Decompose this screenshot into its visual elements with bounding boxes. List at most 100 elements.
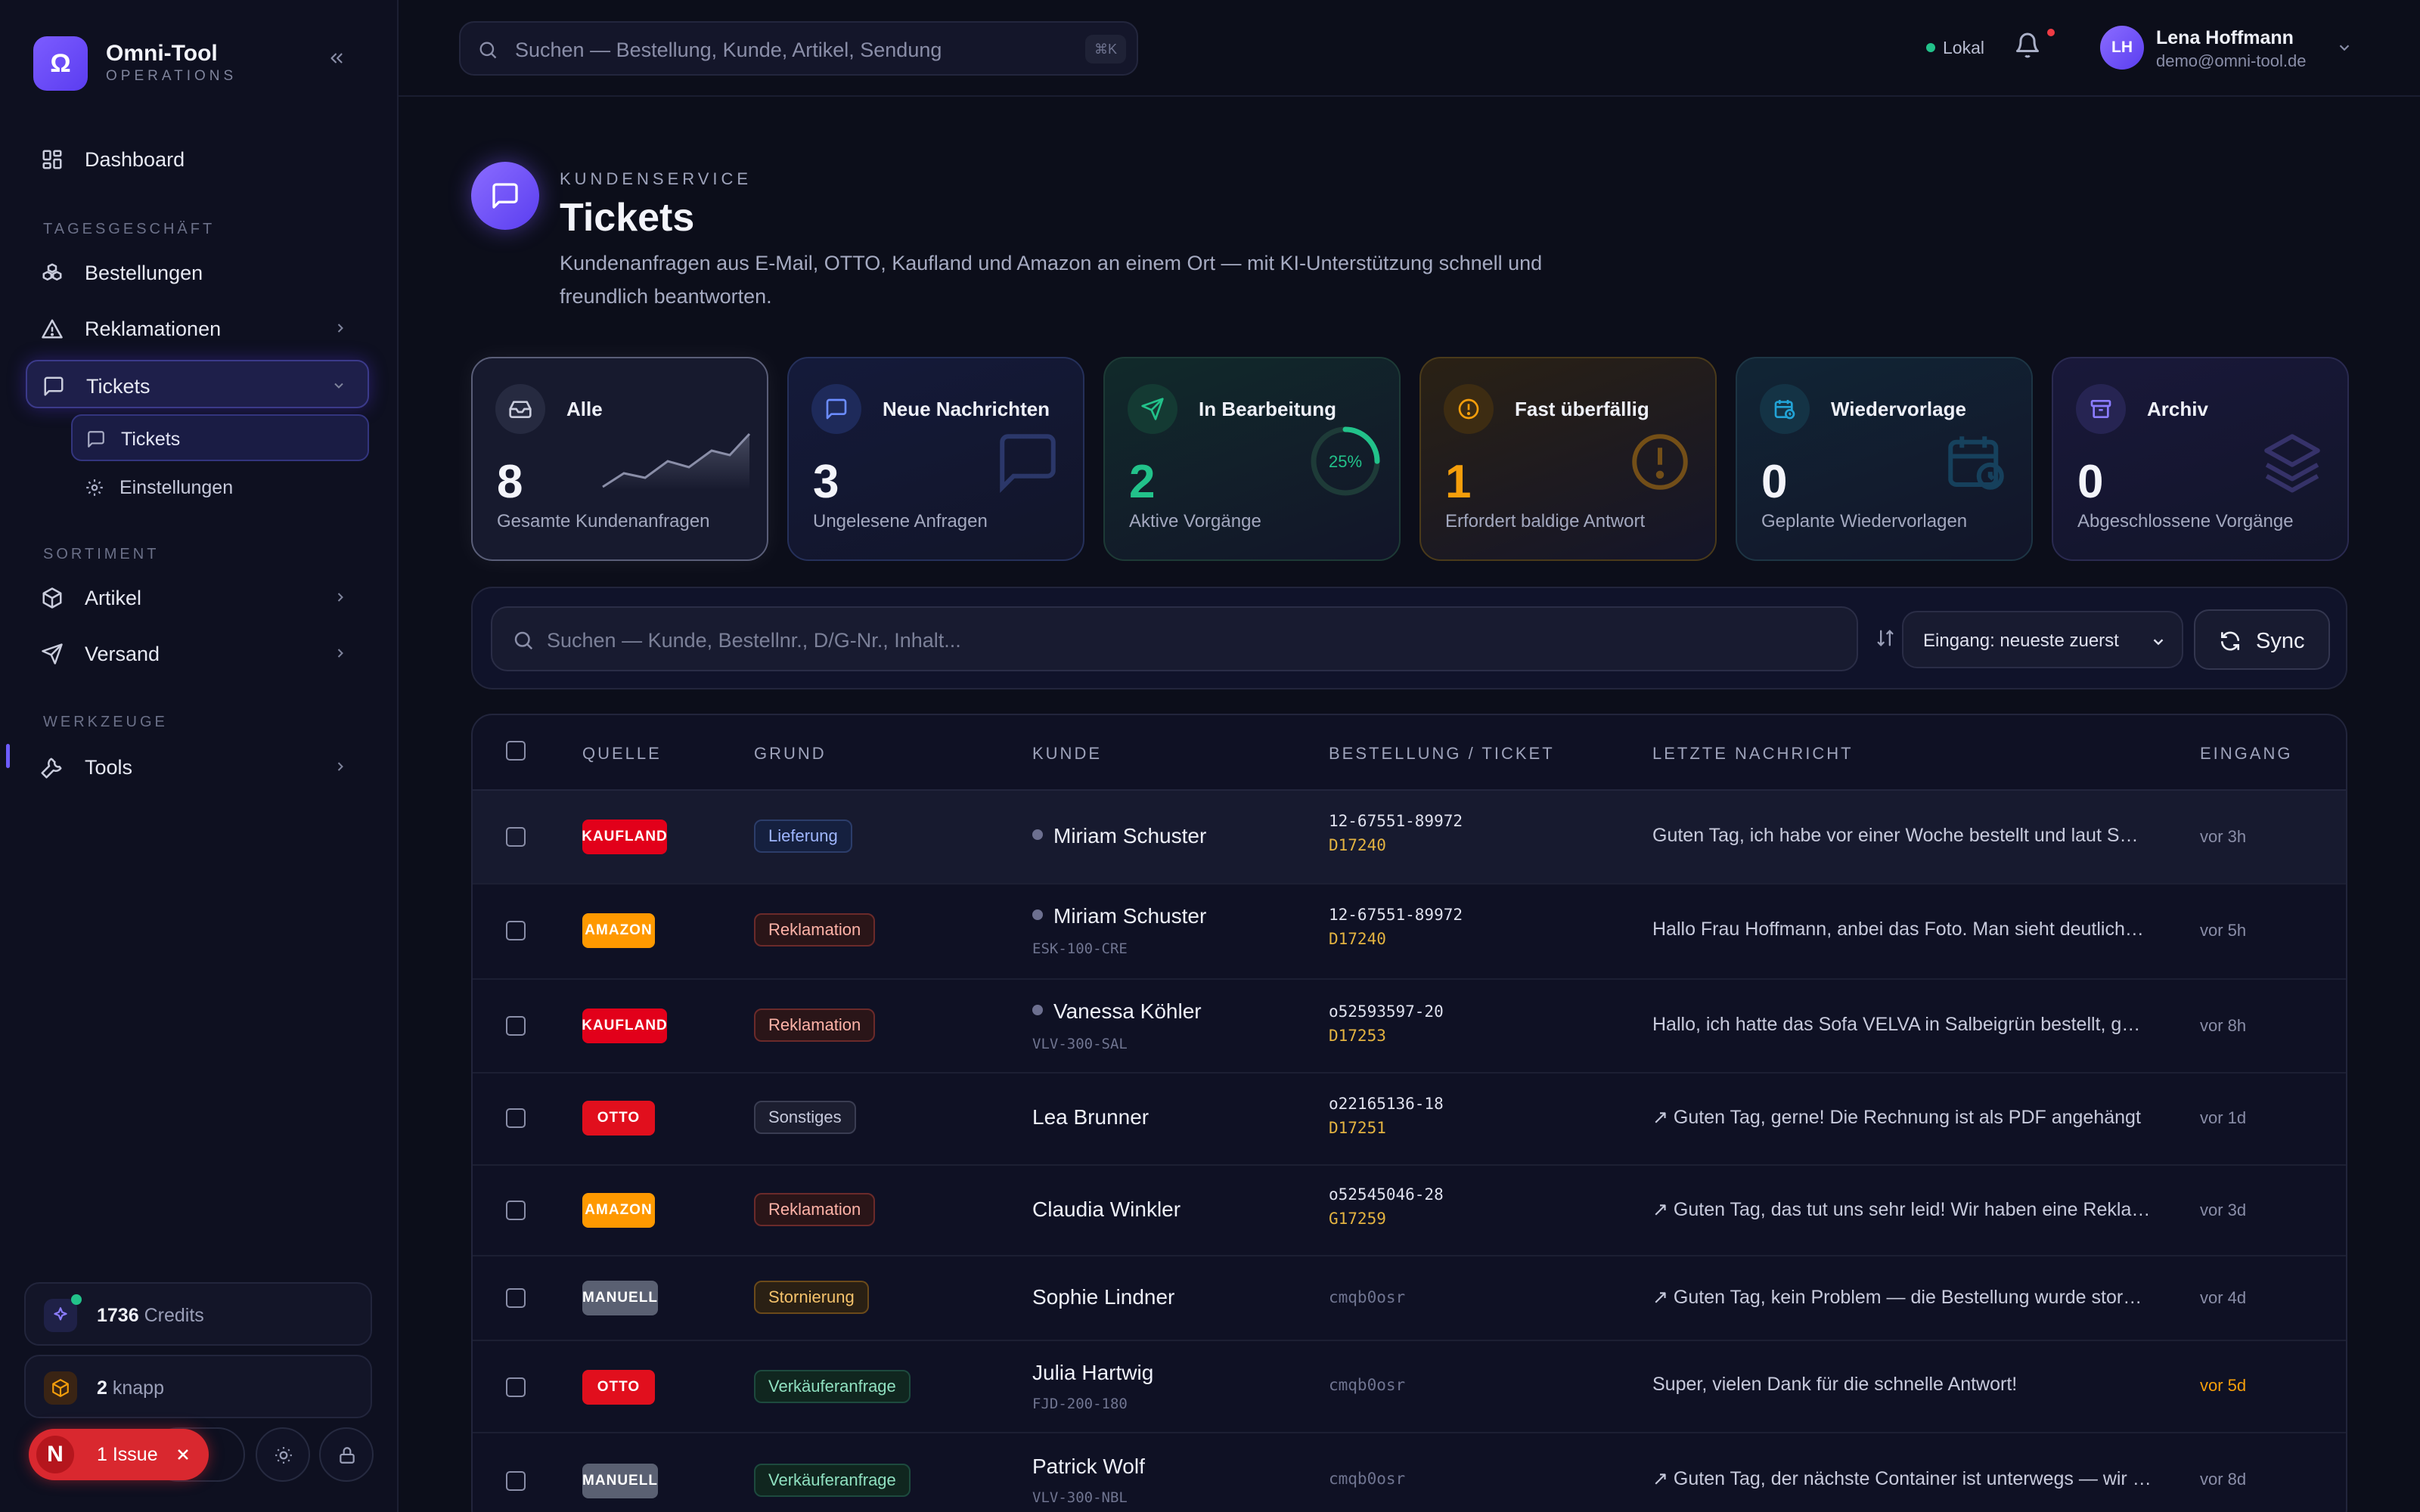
row-checkbox[interactable]	[506, 1108, 526, 1128]
chevron-down-icon[interactable]	[2336, 39, 2353, 56]
column-header-received[interactable]: EINGANG	[2200, 744, 2292, 764]
last-message: ↗ Guten Tag, gerne! Die Rechnung ist als…	[1652, 1107, 2141, 1128]
stat-card-in-progress[interactable]: In Bearbeitung 2 Aktive Vorgänge 25%	[1103, 357, 1401, 561]
table-row[interactable]: KAUFLAND Lieferung Miriam Schuster 12-67…	[473, 791, 2346, 885]
sync-button[interactable]: Sync	[2194, 609, 2330, 670]
sidebar-subitem-settings[interactable]: Einstellungen	[71, 464, 369, 511]
sidebar-item-tickets[interactable]: Tickets	[26, 360, 369, 408]
calendar-deco-icon	[1948, 436, 2004, 490]
credits-widget[interactable]: 1736 Credits	[24, 1282, 372, 1346]
sidebar-item-dashboard[interactable]: Dashboard	[26, 135, 369, 183]
progress-ring: 25%	[1311, 426, 1380, 496]
column-header-reason[interactable]: GRUND	[754, 744, 827, 764]
chevron-right-icon	[333, 759, 348, 774]
theme-toggle-button[interactable]	[256, 1427, 310, 1482]
global-search-input[interactable]: Suchen — Bestellung, Kunde, Artikel, Sen…	[459, 21, 1138, 76]
ticket-number: G17259	[1329, 1210, 1386, 1228]
table-row[interactable]: MANUELL Verkäuferanfrage Patrick Wolf VL…	[473, 1433, 2346, 1512]
stat-card-all[interactable]: Alle 8 Gesamte Kundenanfragen	[471, 357, 768, 561]
chevron-right-icon	[333, 646, 348, 661]
row-checkbox[interactable]	[506, 1016, 526, 1036]
lock-button[interactable]	[319, 1427, 374, 1482]
ticket-number: D17253	[1329, 1027, 1386, 1045]
row-checkbox[interactable]	[506, 1471, 526, 1491]
customer-name: Patrick Wolf	[1032, 1455, 1145, 1478]
user-name[interactable]: Lena Hoffmann	[2156, 27, 2294, 49]
order-number: o22165136-18	[1329, 1095, 1444, 1113]
stat-card-new-messages[interactable]: Neue Nachrichten 3 Ungelesene Anfragen	[787, 357, 1084, 561]
ticket-toolbar: Suchen — Kunde, Bestellnr., D/G-Nr., Inh…	[471, 587, 2347, 689]
table-row[interactable]: MANUELL Stornierung Sophie Lindner cmqb0…	[473, 1256, 2346, 1341]
card-title: Wiedervorlage	[1831, 398, 1966, 420]
avatar[interactable]: LH	[2100, 26, 2144, 70]
select-all-checkbox[interactable]	[506, 741, 526, 761]
table-row[interactable]: AMAZON Reklamation Claudia Winkler o5254…	[473, 1166, 2346, 1256]
sku-label: ESK-100-CRE	[1032, 940, 1128, 957]
page-icon	[471, 162, 539, 230]
package-icon	[41, 587, 64, 609]
card-value: 2	[1129, 456, 1156, 508]
unread-dot	[1032, 1005, 1043, 1015]
sidebar-item-label: Dashboard	[85, 148, 185, 171]
stat-card-resubmission[interactable]: Wiedervorlage 0 Geplante Wiedervorlagen	[1736, 357, 2033, 561]
reply-arrow-icon: ↗	[1652, 1468, 1674, 1489]
sort-select[interactable]: Eingang: neueste zuerst	[1902, 611, 2183, 668]
inbox-icon	[495, 384, 545, 434]
card-subtitle: Ungelesene Anfragen	[813, 511, 988, 531]
warning-triangle-icon	[41, 318, 64, 340]
received-time: vor 3d	[2200, 1201, 2247, 1219]
order-number: 12-67551-89972	[1329, 812, 1463, 830]
sidebar-subitem-tickets[interactable]: Tickets	[71, 414, 369, 461]
nextjs-logo: N	[36, 1436, 74, 1473]
sidebar-item-complaints[interactable]: Reklamationen	[26, 304, 369, 352]
issue-pill[interactable]: N 1 Issue	[29, 1429, 209, 1480]
stat-card-archive[interactable]: Archiv 0 Abgeschlossene Vorgänge	[2052, 357, 2349, 561]
column-header-message[interactable]: LETZTE NACHRICHT	[1652, 744, 1854, 764]
sidebar-item-orders[interactable]: Bestellungen	[26, 248, 369, 296]
collapse-sidebar-icon[interactable]	[327, 48, 360, 79]
row-checkbox[interactable]	[506, 1377, 526, 1397]
calendar-clock-icon	[1760, 384, 1810, 434]
sidebar-subitem-label: Einstellungen	[119, 477, 234, 498]
lock-icon	[340, 1447, 355, 1464]
table-header: QUELLE GRUND KUNDE BESTELLUNG / TICKET L…	[473, 715, 2346, 791]
customer-name: Lea Brunner	[1032, 1105, 1150, 1129]
sidebar-item-label: Reklamationen	[85, 318, 222, 340]
table-row[interactable]: OTTO Sonstiges Lea Brunner o22165136-18 …	[473, 1074, 2346, 1166]
card-title: Archiv	[2147, 398, 2208, 420]
last-message: ↗ Guten Tag, kein Problem — die Bestellu…	[1652, 1287, 2152, 1308]
row-checkbox[interactable]	[506, 1201, 526, 1220]
close-icon[interactable]	[174, 1445, 192, 1464]
alert-deco-icon	[1632, 434, 1688, 490]
row-checkbox[interactable]	[506, 921, 526, 940]
message-square-icon	[492, 183, 518, 209]
sparkline-chart	[602, 432, 751, 490]
send-icon	[41, 643, 64, 665]
bell-icon[interactable]	[2014, 32, 2044, 62]
row-checkbox[interactable]	[506, 1288, 526, 1308]
order-number: o52593597-20	[1329, 1002, 1444, 1021]
table-row[interactable]: KAUFLAND Reklamation Vanessa Köhler VLV-…	[473, 980, 2346, 1074]
column-header-customer[interactable]: KUNDE	[1032, 744, 1102, 764]
received-time: vor 1d	[2200, 1108, 2247, 1127]
column-header-order[interactable]: BESTELLUNG / TICKET	[1329, 744, 1555, 764]
sidebar-item-tools[interactable]: Tools	[26, 742, 369, 791]
knapp-widget[interactable]: 2 knapp	[24, 1355, 372, 1418]
message-icon	[811, 384, 861, 434]
app-window: Ω Omni-Tool OPERATIONS Dashboard TAGESGE…	[0, 0, 2420, 1512]
ticket-search-input[interactable]: Suchen — Kunde, Bestellnr., D/G-Nr., Inh…	[491, 606, 1858, 671]
source-badge: AMAZON	[582, 913, 655, 948]
table-row[interactable]: OTTO Verkäuferanfrage Julia Hartwig FJD-…	[473, 1341, 2346, 1433]
table-row[interactable]: AMAZON Reklamation Miriam Schuster ESK-1…	[473, 885, 2346, 980]
last-message: Guten Tag, ich habe vor einer Woche best…	[1652, 825, 2144, 846]
section-label-assortment: SORTIMENT	[43, 546, 160, 562]
last-message: Super, vielen Dank für die schnelle Antw…	[1652, 1374, 2018, 1395]
status-dot	[71, 1294, 82, 1305]
row-checkbox[interactable]	[506, 827, 526, 847]
sidebar-item-articles[interactable]: Artikel	[26, 573, 369, 621]
sidebar-item-shipping[interactable]: Versand	[26, 629, 369, 677]
column-header-source[interactable]: QUELLE	[582, 744, 662, 764]
stat-card-almost-overdue[interactable]: Fast überfällig 1 Erfordert baldige Antw…	[1419, 357, 1717, 561]
card-value: 1	[1445, 456, 1472, 508]
user-email: demo@omni-tool.de	[2156, 51, 2307, 70]
